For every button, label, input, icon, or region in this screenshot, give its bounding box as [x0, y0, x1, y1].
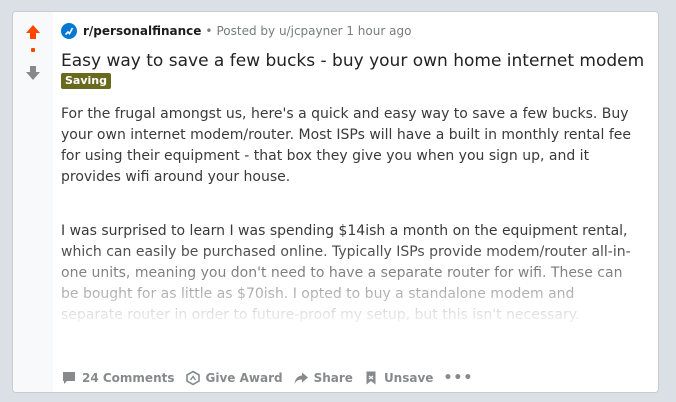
post-body[interactable]: For the frugal amongst us, here's a quic…	[61, 104, 640, 332]
award-icon	[185, 370, 200, 386]
post-content: r/personalfinance • Posted by u/jcpayner…	[61, 12, 650, 392]
vote-score-indicator	[31, 48, 35, 52]
share-button[interactable]: Share	[293, 370, 353, 386]
post-meta: r/personalfinance • Posted by u/jcpayner…	[61, 22, 411, 40]
unsave-button[interactable]: Unsave	[363, 370, 434, 386]
post-actions-bar: 24 Comments Give Award Share Unsave •••	[61, 367, 473, 389]
meta-separator: •	[205, 24, 213, 38]
comments-button[interactable]: 24 Comments	[61, 370, 175, 386]
upvote-arrow-icon	[26, 25, 40, 39]
post-title[interactable]: Easy way to save a few bucks - buy your …	[61, 50, 644, 72]
downvote-arrow-icon	[26, 66, 40, 80]
comment-bubble-icon	[63, 372, 75, 384]
give-award-button[interactable]: Give Award	[185, 370, 283, 386]
unsave-label: Unsave	[383, 371, 434, 385]
bookmark-icon	[366, 371, 376, 385]
more-options-button[interactable]: •••	[443, 371, 473, 385]
share-label: Share	[313, 371, 353, 385]
subreddit-avatar-icon[interactable]	[61, 23, 77, 39]
post-flair[interactable]: Saving	[61, 73, 111, 89]
body-paragraph: I was surprised to learn I was spending …	[61, 223, 631, 323]
share-arrow-icon	[294, 372, 308, 384]
downvote-button[interactable]	[23, 63, 43, 83]
give-award-label: Give Award	[205, 371, 283, 385]
body-paragraph: For the frugal amongst us, here's a quic…	[61, 106, 631, 185]
vote-column	[13, 12, 53, 392]
comments-count-label: 24 Comments	[82, 371, 175, 385]
posted-by-text[interactable]: Posted by u/jcpayner 1 hour ago	[217, 24, 412, 38]
post-card: r/personalfinance • Posted by u/jcpayner…	[12, 11, 659, 393]
upvote-button[interactable]	[23, 22, 43, 42]
subreddit-link[interactable]: r/personalfinance	[83, 24, 201, 38]
